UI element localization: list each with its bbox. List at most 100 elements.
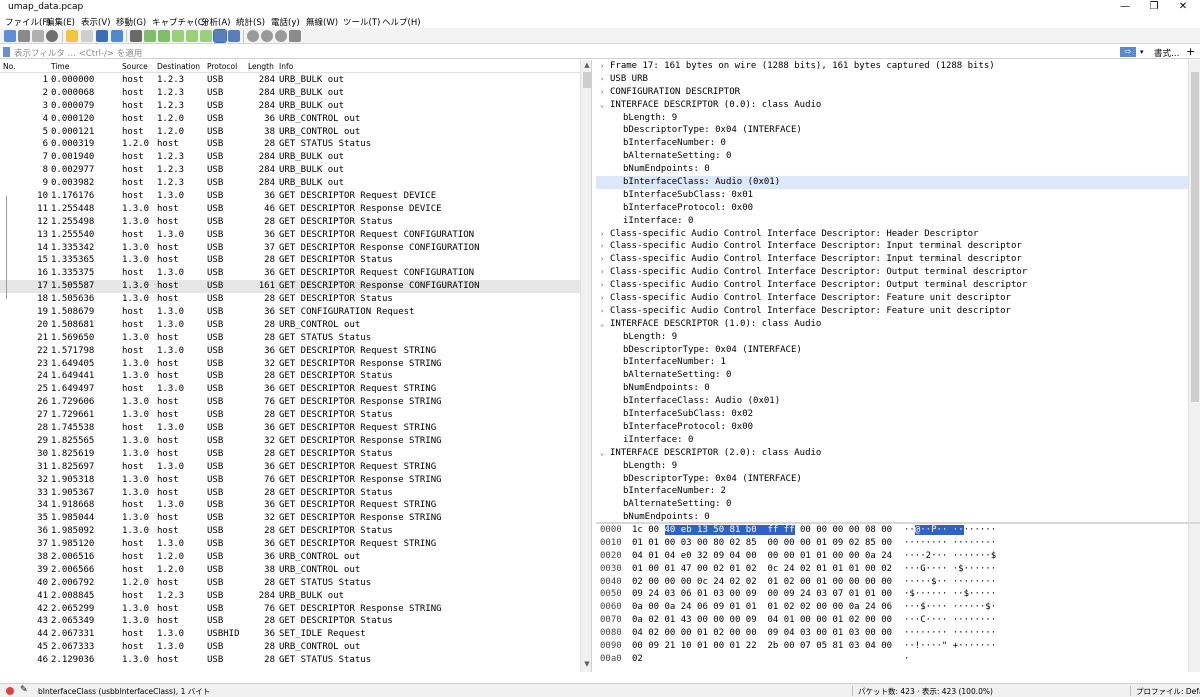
packet-row[interactable]: 28 1.745538 host 1.3.0 USB 36 GET DESCRIPTOR R… <box>0 422 580 435</box>
packet-row[interactable]: 12 1.255498 1.3.0 host USB 28 GET DESCRIPTOR S… <box>0 216 580 229</box>
expanded-arrow-icon[interactable]: ⌄ <box>600 99 608 112</box>
last-packet-icon[interactable] <box>200 30 212 42</box>
go-to-packet-icon[interactable] <box>172 30 184 42</box>
detail-tree-item[interactable]: bInterfaceNumber: 2 <box>596 485 1188 498</box>
expert-info-icon[interactable] <box>6 687 14 695</box>
detail-tree-item[interactable]: bDescriptorType: 0x04 (INTERFACE) <box>596 473 1188 486</box>
column-header-info[interactable]: Info <box>279 62 293 71</box>
packet-details-scrollbar[interactable] <box>1188 60 1200 522</box>
restart-capture-icon[interactable] <box>32 30 44 42</box>
find-packet-icon[interactable] <box>130 30 142 42</box>
detail-tree-item[interactable]: bInterfaceSubClass: 0x01 <box>596 189 1188 202</box>
packet-row[interactable]: 26 1.729606 1.3.0 host USB 76 GET DESCRIPTOR R… <box>0 396 580 409</box>
detail-tree-item[interactable]: bInterfaceProtocol: 0x00 <box>596 202 1188 215</box>
detail-tree-item[interactable]: › Class-specific Audio Control Interface … <box>596 228 1188 241</box>
packet-row[interactable]: 13 1.255540 host 1.3.0 USB 36 GET DESCRIPTOR R… <box>0 229 580 242</box>
detail-tree-item[interactable]: bLength: 9 <box>596 460 1188 473</box>
status-profile[interactable]: プロファイル: Default <box>1136 686 1200 697</box>
collapsed-arrow-icon[interactable]: › <box>600 60 608 73</box>
go-back-icon[interactable] <box>144 30 156 42</box>
detail-tree-item[interactable]: › Class-specific Audio Control Interface … <box>596 292 1188 305</box>
detail-tree-item[interactable]: › Class-specific Audio Control Interface … <box>596 253 1188 266</box>
menu-tools[interactable]: ツール(T) <box>343 16 380 28</box>
scroll-down-icon[interactable]: ▼ <box>583 660 591 668</box>
save-file-icon[interactable] <box>81 30 93 42</box>
packet-row[interactable]: 39 2.006566 host 1.2.0 USB 38 URB_CONTROL out <box>0 564 580 577</box>
restore-button[interactable]: ❐ <box>1141 0 1167 14</box>
packet-list-scrollbar[interactable]: ▲ ▼ <box>580 60 591 672</box>
packet-row[interactable]: 15 1.335365 1.3.0 host USB 28 GET DESCRIPTOR S… <box>0 254 580 267</box>
stop-capture-icon[interactable] <box>18 30 30 42</box>
detail-tree-item[interactable]: › USB URB <box>596 73 1188 86</box>
packet-row[interactable]: 43 2.065349 1.3.0 host USB 28 GET DESCRIPTOR S… <box>0 615 580 628</box>
detail-tree-item[interactable]: bInterfaceSubClass: 0x02 <box>596 408 1188 421</box>
detail-tree-item[interactable]: bInterfaceClass: Audio (0x01) <box>596 176 1188 189</box>
packet-row[interactable]: 38 2.006516 host 1.2.0 USB 36 URB_CONTROL out <box>0 551 580 564</box>
resize-columns-icon[interactable] <box>289 30 301 42</box>
collapsed-arrow-icon[interactable]: › <box>600 86 608 99</box>
close-file-icon[interactable] <box>96 30 108 42</box>
capture-options-icon[interactable] <box>46 30 58 42</box>
menu-telephony[interactable]: 電話(y) <box>271 16 300 28</box>
collapsed-arrow-icon[interactable]: › <box>600 305 608 318</box>
detail-tree-item[interactable]: bAlternateSetting: 0 <box>596 498 1188 511</box>
column-header-length[interactable]: Length <box>248 62 274 71</box>
open-file-icon[interactable] <box>66 30 78 42</box>
packet-row[interactable]: 29 1.825565 1.3.0 host USB 32 GET DESCRIPTOR R… <box>0 435 580 448</box>
detail-tree-item[interactable]: › Class-specific Audio Control Interface … <box>596 266 1188 279</box>
packet-row[interactable]: 2 0.000068 host 1.2.3 USB 284 URB_BULK out <box>0 87 580 100</box>
detail-tree-item[interactable]: bNumEndpoints: 0 <box>596 511 1188 522</box>
detail-tree-item[interactable]: ⌄ INTERFACE DESCRIPTOR (0.0): class Audio <box>596 99 1188 112</box>
edit-comment-icon[interactable]: ✎ <box>20 685 28 695</box>
display-filter-input[interactable]: 表示フィルタ … <Ctrl-/> を適用 <box>14 47 142 59</box>
packet-row[interactable]: 17 1.505587 1.3.0 host USB 161 GET DESCRIPTOR … <box>0 280 580 294</box>
detail-tree-item[interactable]: › CONFIGURATION DESCRIPTOR <box>596 86 1188 99</box>
collapsed-arrow-icon[interactable]: › <box>600 253 608 266</box>
collapsed-arrow-icon[interactable]: › <box>600 228 608 241</box>
detail-tree-item[interactable]: › Class-specific Audio Control Interface … <box>596 305 1188 318</box>
menu-file[interactable]: ファイル(F) <box>5 16 51 28</box>
collapsed-arrow-icon[interactable]: › <box>600 73 608 86</box>
packet-row[interactable]: 1 0.000000 host 1.2.3 USB 284 URB_BULK out <box>0 74 580 87</box>
menu-edit[interactable]: 編集(E) <box>46 16 75 28</box>
zoom-in-icon[interactable] <box>247 30 259 42</box>
packet-row[interactable]: 36 1.985092 1.3.0 host USB 28 GET DESCRIPTOR S… <box>0 525 580 538</box>
menu-analyze[interactable]: 分析(A) <box>201 16 230 28</box>
packet-row[interactable]: 21 1.569650 1.3.0 host USB 28 GET STATUS Statu… <box>0 332 580 345</box>
packet-row[interactable]: 31 1.825697 host 1.3.0 USB 36 GET DESCRIPTOR R… <box>0 461 580 474</box>
packet-row[interactable]: 25 1.649497 host 1.3.0 USB 36 GET DESCRIPTOR R… <box>0 383 580 396</box>
column-header-no[interactable]: No. <box>3 62 15 71</box>
menu-view[interactable]: 表示(V) <box>81 16 110 28</box>
menu-statistics[interactable]: 統計(S) <box>236 16 265 28</box>
detail-tree-item[interactable]: bInterfaceNumber: 0 <box>596 137 1188 150</box>
packet-row[interactable]: 44 2.067331 host 1.3.0 USBHID 36 SET_IDLE Requ… <box>0 628 580 641</box>
packet-row[interactable]: 32 1.905318 1.3.0 host USB 76 GET DESCRIPTOR R… <box>0 474 580 487</box>
close-button[interactable]: ✕ <box>1170 0 1196 14</box>
bytes-row[interactable]: 0080 04 02 00 00 01 02 00 00 09 04 03 00 … <box>596 627 1200 640</box>
column-header-destination[interactable]: Destination <box>157 62 200 71</box>
bytes-row[interactable]: 0020 04 01 04 e0 32 09 04 00 00 00 01 01 … <box>596 550 1200 563</box>
menu-wireless[interactable]: 無線(W) <box>306 16 338 28</box>
detail-tree-item[interactable]: iInterface: 0 <box>596 434 1188 447</box>
start-capture-icon[interactable] <box>4 30 16 42</box>
detail-tree-item[interactable]: › Class-specific Audio Control Interface … <box>596 240 1188 253</box>
packet-row[interactable]: 16 1.335375 host 1.3.0 USB 36 GET DESCRIPTOR R… <box>0 267 580 280</box>
packet-row[interactable]: 34 1.918668 host 1.3.0 USB 36 GET DESCRIPTOR R… <box>0 499 580 512</box>
collapsed-arrow-icon[interactable]: › <box>600 266 608 279</box>
minimize-button[interactable]: — <box>1112 0 1138 14</box>
packet-row[interactable]: 23 1.649405 1.3.0 host USB 32 GET DESCRIPTOR R… <box>0 358 580 371</box>
go-forward-icon[interactable] <box>158 30 170 42</box>
packet-row[interactable]: 42 2.065299 1.3.0 host USB 76 GET DESCRIPTOR R… <box>0 603 580 616</box>
packet-row[interactable]: 11 1.255448 1.3.0 host USB 46 GET DESCRIPTOR R… <box>0 203 580 216</box>
column-header-source[interactable]: Source <box>122 62 148 71</box>
packet-row[interactable]: 8 0.002977 host 1.2.3 USB 284 URB_BULK out <box>0 164 580 177</box>
packet-row[interactable]: 41 2.008845 host 1.2.3 USB 284 URB_BULK out <box>0 590 580 603</box>
bytes-row[interactable]: 0070 0a 02 01 43 00 00 00 09 04 01 00 00 … <box>596 614 1200 627</box>
bytes-row[interactable]: 0040 02 00 00 00 0c 24 02 02 01 02 00 01 … <box>596 576 1200 589</box>
bookmark-icon[interactable] <box>3 47 10 57</box>
apply-filter-button[interactable]: ⇨ <box>1120 47 1136 57</box>
add-filter-button[interactable]: + <box>1186 45 1195 58</box>
packet-row[interactable]: 30 1.825619 1.3.0 host USB 28 GET DESCRIPTOR S… <box>0 448 580 461</box>
packet-row[interactable]: 37 1.985120 host 1.3.0 USB 36 GET DESCRIPTOR R… <box>0 538 580 551</box>
collapsed-arrow-icon[interactable]: › <box>600 240 608 253</box>
